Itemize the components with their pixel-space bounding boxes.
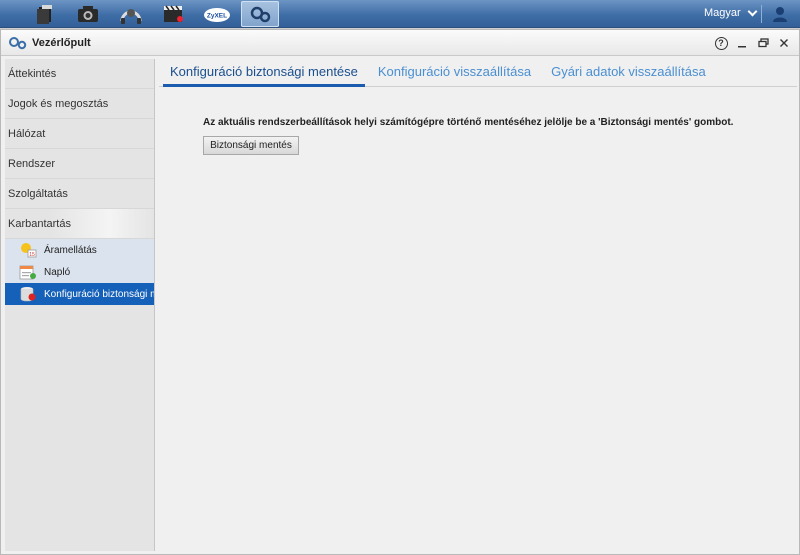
language-label: Magyar bbox=[704, 7, 741, 19]
power-icon: 15 bbox=[19, 242, 37, 258]
top-app-bar: ZyXEL Magyar bbox=[0, 0, 800, 28]
maintenance-submenu: 15 Áramellátás Napló Konfiguráció bizton… bbox=[5, 239, 154, 305]
music-icon[interactable] bbox=[112, 1, 150, 27]
tab-content: Az aktuális rendszerbeállítások helyi sz… bbox=[159, 87, 797, 155]
sidebar-subitem-power[interactable]: 15 Áramellátás bbox=[5, 239, 154, 261]
close-icon bbox=[780, 39, 788, 47]
restore-button[interactable] bbox=[756, 36, 770, 50]
user-icon[interactable] bbox=[771, 5, 789, 23]
close-button[interactable] bbox=[777, 36, 791, 50]
sidebar-item-maintenance[interactable]: Karbantartás bbox=[5, 209, 154, 239]
language-selector[interactable]: Magyar bbox=[704, 6, 758, 19]
minimize-icon bbox=[738, 46, 746, 48]
tab-config-restore[interactable]: Konfiguráció visszaállítása bbox=[371, 59, 538, 87]
sidebar-subitem-label: Áramellátás bbox=[44, 244, 97, 256]
tab-bar: Konfiguráció biztonsági mentése Konfigur… bbox=[159, 59, 797, 87]
window-titlebar: Vezérlőpult ? bbox=[1, 30, 799, 56]
file-browser-icon[interactable] bbox=[26, 1, 64, 27]
backup-database-icon bbox=[19, 286, 37, 302]
help-button[interactable]: ? bbox=[714, 36, 728, 50]
window-controls: ? bbox=[707, 36, 791, 50]
tab-factory-reset[interactable]: Gyári adatok visszaállítása bbox=[544, 59, 713, 87]
sidebar-item-overview[interactable]: Áttekintés bbox=[5, 59, 154, 89]
backup-button[interactable]: Biztonsági mentés bbox=[203, 136, 299, 155]
control-panel-window: Vezérlőpult ? Áttekintés Jogok és megosz… bbox=[0, 29, 800, 555]
window-title: Vezérlőpult bbox=[32, 37, 91, 49]
sidebar-subitem-config-backup[interactable]: Konfiguráció biztonsági mentése bbox=[5, 283, 154, 305]
sidebar-subitem-label: Napló bbox=[44, 266, 71, 278]
restore-icon bbox=[757, 38, 769, 48]
chevron-down-icon bbox=[747, 6, 758, 16]
sidebar-subitem-log[interactable]: Napló bbox=[5, 261, 154, 283]
zyxel-cloud-icon[interactable]: ZyXEL bbox=[198, 1, 236, 27]
control-panel-icon[interactable] bbox=[241, 1, 279, 27]
control-panel-logo-icon bbox=[8, 36, 28, 50]
help-icon: ? bbox=[714, 36, 728, 50]
sidebar-item-services[interactable]: Szolgáltatás bbox=[5, 179, 154, 209]
sidebar: Áttekintés Jogok és megosztás Hálózat Re… bbox=[5, 59, 155, 551]
sidebar-item-network[interactable]: Hálózat bbox=[5, 119, 154, 149]
tab-config-backup[interactable]: Konfiguráció biztonsági mentése bbox=[163, 59, 365, 87]
topbar-divider bbox=[761, 5, 762, 23]
log-icon bbox=[19, 264, 37, 280]
backup-instructions: Az aktuális rendszerbeállítások helyi sz… bbox=[203, 117, 734, 128]
sidebar-item-system[interactable]: Rendszer bbox=[5, 149, 154, 179]
zyxel-logo-text: ZyXEL bbox=[207, 13, 227, 20]
minimize-button[interactable] bbox=[735, 36, 749, 50]
sidebar-subitem-label: Konfiguráció biztonsági mentése bbox=[44, 288, 154, 300]
sidebar-item-privileges[interactable]: Jogok és megosztás bbox=[5, 89, 154, 119]
app-launcher: ZyXEL bbox=[26, 1, 284, 27]
video-icon[interactable] bbox=[155, 1, 193, 27]
main-panel: Konfiguráció biztonsági mentése Konfigur… bbox=[159, 59, 797, 551]
photo-camera-icon[interactable] bbox=[69, 1, 107, 27]
svg-text:15: 15 bbox=[29, 252, 35, 258]
